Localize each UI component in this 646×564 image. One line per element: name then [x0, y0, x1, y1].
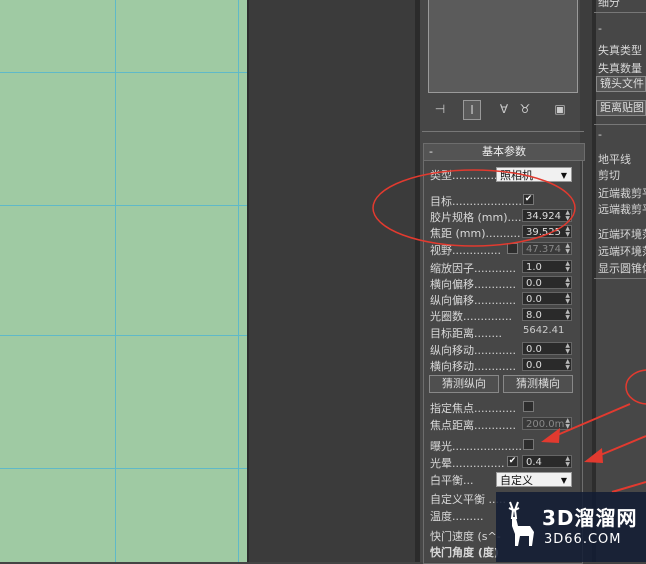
watermark-url: 3D66.COM — [544, 532, 622, 547]
deer-icon — [508, 501, 534, 546]
annotation-arrowhead — [584, 448, 603, 463]
watermark-logo: 3D溜溜网 3D66.COM — [496, 492, 646, 562]
annotation-arrowhead — [541, 428, 560, 443]
annotation-arrow — [554, 403, 631, 437]
annotation-ellipse — [372, 169, 576, 247]
annotation-arrow — [597, 435, 646, 457]
annotation-ellipse — [625, 369, 646, 405]
watermark-brand: 3D溜溜网 — [542, 506, 638, 530]
annotation-arrow — [611, 481, 646, 493]
annotation-layer — [372, 169, 646, 493]
